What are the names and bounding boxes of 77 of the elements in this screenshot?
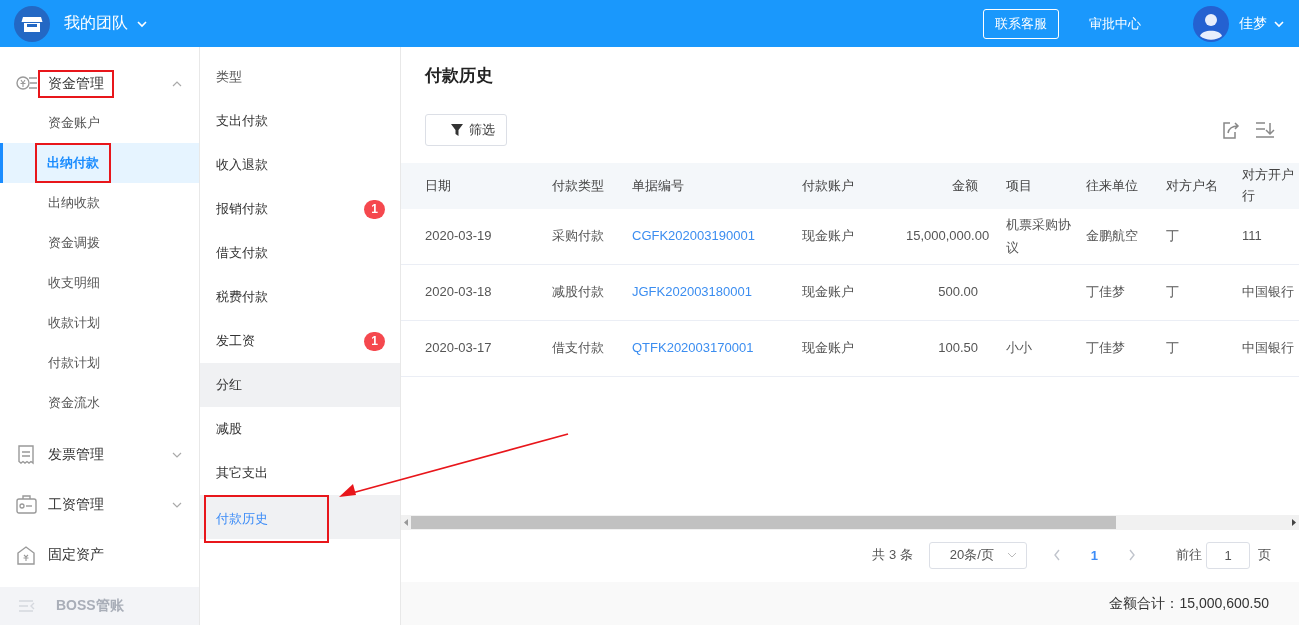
table-cell: 采购付款 xyxy=(552,228,604,244)
table-cell: 减股付款 xyxy=(552,284,604,300)
sidebar-group[interactable]: 资金管理 xyxy=(0,65,199,104)
table-cell: 丁佳梦 xyxy=(1086,340,1125,356)
table-cell: 丁 xyxy=(1166,340,1179,356)
table-cell: 现金账户 xyxy=(802,228,854,244)
type-item[interactable]: 收入退款 xyxy=(200,143,400,187)
sidebar-item[interactable]: 资金流水 xyxy=(0,383,199,424)
type-item[interactable]: 分红 xyxy=(200,363,400,407)
page-input[interactable]: 1 xyxy=(1206,541,1250,569)
annotation-frame: 资金管理 xyxy=(38,70,114,99)
column-header: 金额 xyxy=(898,163,998,209)
type-item[interactable]: 税费付款 xyxy=(200,275,400,319)
column-header: 日期 xyxy=(401,163,544,209)
sidebar-item[interactable]: 收款计划 xyxy=(0,303,199,344)
type-item[interactable]: 减股 xyxy=(200,407,400,451)
table-cell: 500.00 xyxy=(938,284,978,300)
collapse-menu-icon xyxy=(18,597,36,614)
sidebar-group[interactable]: 固定资产 xyxy=(0,536,199,575)
column-header: 对方户名 xyxy=(1158,163,1234,209)
annotation-frame: 出纳付款 xyxy=(35,143,111,184)
type-item[interactable]: 其它支出 xyxy=(200,451,400,495)
type-item[interactable]: 发工资 1 xyxy=(200,319,400,363)
type-item[interactable]: 借支付款 xyxy=(200,231,400,275)
avatar-icon[interactable] xyxy=(1193,5,1229,42)
count-badge: 1 xyxy=(364,199,385,219)
document-number-link[interactable]: JGFK202003180001 xyxy=(632,284,752,300)
page-title: 付款历史 xyxy=(424,65,494,87)
filter-button[interactable]: 筛选 xyxy=(425,114,507,146)
table-cell: 机票采购协议 xyxy=(1006,216,1071,255)
table-cell: 中国银行 xyxy=(1242,284,1294,300)
sidebar-item[interactable]: 付款计划 xyxy=(0,343,199,384)
table-cell: 丁 xyxy=(1166,284,1179,300)
count-badge: 1 xyxy=(364,331,385,351)
sidebar-item[interactable]: 出纳收款 xyxy=(0,183,199,224)
table-cell: 丁佳梦 xyxy=(1086,284,1125,300)
id-card-icon xyxy=(16,495,38,515)
column-header: 付款类型 xyxy=(544,163,624,209)
table-cell: 金鹏航空 xyxy=(1086,228,1138,244)
table-cell: 丁 xyxy=(1166,228,1179,244)
table-cell: 现金账户 xyxy=(802,284,854,300)
house-icon xyxy=(16,545,38,566)
sidebar-group[interactable]: 工资管理 xyxy=(0,485,199,525)
type-item[interactable]: 报销付款 1 xyxy=(200,187,400,231)
filter-icon xyxy=(451,124,463,136)
sidebar-item[interactable]: 收支明细 xyxy=(0,263,199,304)
type-item[interactable]: 支出付款 xyxy=(200,99,400,143)
amount-total: 金额合计：15,000,600.50 xyxy=(1109,594,1269,613)
table-cell: 100.50 xyxy=(938,340,978,356)
table-cell: 2020-03-17 xyxy=(425,340,492,356)
horizontal-scrollbar[interactable] xyxy=(401,515,1299,530)
column-heading: 类型 xyxy=(215,68,243,86)
annotation-frame: 付款历史 xyxy=(204,495,329,543)
sidebar-group[interactable]: 发票管理 xyxy=(0,435,199,474)
table-cell: 2020-03-18 xyxy=(425,284,492,300)
table-cell: 中国银行 xyxy=(1242,340,1294,356)
sidebar-item[interactable]: 资金调拨 xyxy=(0,223,199,264)
store-logo-icon xyxy=(14,5,50,42)
page-suffix: 页 xyxy=(1258,546,1271,564)
table-cell: 现金账户 xyxy=(802,340,854,356)
column-header: 项目 xyxy=(998,163,1078,209)
table-cell: 111 xyxy=(1242,228,1262,244)
table-cell: 借支付款 xyxy=(552,340,604,356)
column-header: 对方开户行 xyxy=(1234,163,1299,209)
export-icon[interactable] xyxy=(1222,120,1241,140)
table-cell: 2020-03-19 xyxy=(425,228,492,244)
sidebar-item[interactable]: 资金账户 xyxy=(0,103,199,144)
column-header: 付款账户 xyxy=(794,163,898,209)
column-header: 往来单位 xyxy=(1078,163,1158,209)
table-cell: 小小 xyxy=(1006,340,1032,356)
goto-label: 前往 xyxy=(1176,546,1202,564)
total-count: 共 3 条 xyxy=(872,546,913,564)
document-number-link[interactable]: CGFK202003190001 xyxy=(632,228,755,244)
page-size-select[interactable]: 20条/页 xyxy=(928,541,1027,569)
column-header: 单据编号 xyxy=(624,163,794,209)
table-cell: 15,000,000.00 xyxy=(906,228,990,244)
download-list-icon[interactable] xyxy=(1255,120,1275,140)
